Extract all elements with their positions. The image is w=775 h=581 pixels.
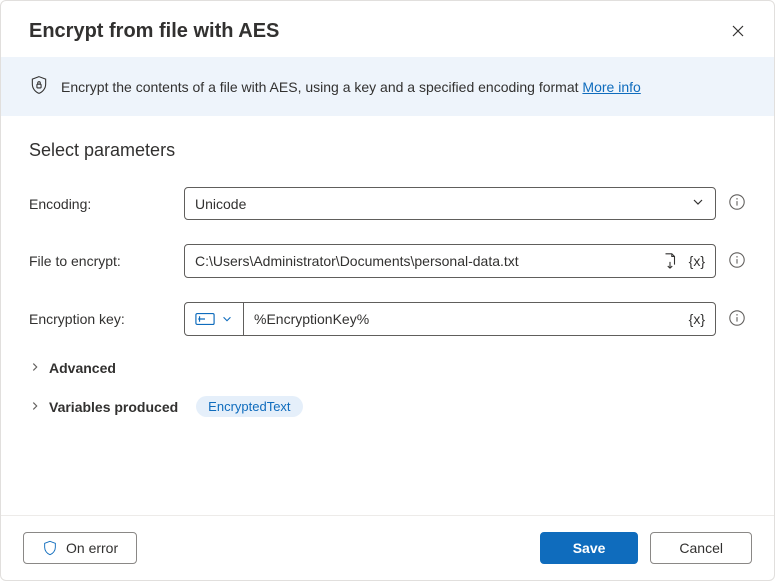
- dialog-content: Select parameters Encoding: Unicode File…: [1, 116, 774, 515]
- file-label: File to encrypt:: [29, 253, 184, 269]
- text-type-icon: [195, 312, 215, 326]
- key-input[interactable]: [244, 303, 687, 335]
- advanced-label: Advanced: [49, 360, 116, 376]
- file-variable-button[interactable]: {x}: [687, 251, 707, 271]
- encoding-label: Encoding:: [29, 196, 184, 212]
- encoding-select[interactable]: Unicode: [184, 187, 716, 220]
- key-label: Encryption key:: [29, 311, 184, 327]
- encoding-info-icon[interactable]: [728, 193, 746, 214]
- param-row-file: File to encrypt: {x}: [29, 244, 746, 278]
- close-icon: [730, 23, 746, 39]
- file-picker-icon: [661, 252, 679, 270]
- file-info-icon[interactable]: [728, 251, 746, 272]
- dialog-footer: On error Save Cancel: [1, 515, 774, 580]
- chevron-down-icon: [691, 195, 705, 212]
- key-type-picker[interactable]: [185, 303, 244, 335]
- banner-text: Encrypt the contents of a file with AES,…: [61, 79, 641, 95]
- chevron-down-icon: [221, 313, 233, 325]
- cancel-button[interactable]: Cancel: [650, 532, 752, 564]
- file-picker-button[interactable]: [659, 250, 681, 272]
- param-row-encoding: Encoding: Unicode: [29, 187, 746, 220]
- encoding-value: Unicode: [195, 196, 246, 212]
- variable-icon: {x}: [689, 311, 705, 327]
- close-button[interactable]: [726, 19, 750, 43]
- key-info-icon[interactable]: [728, 309, 746, 330]
- chevron-right-icon: [29, 399, 41, 415]
- chevron-right-icon: [29, 360, 41, 376]
- section-title: Select parameters: [29, 140, 746, 161]
- file-input-wrapper: {x}: [184, 244, 716, 278]
- advanced-toggle[interactable]: Advanced: [29, 360, 746, 376]
- shield-icon: [42, 540, 58, 556]
- file-input[interactable]: [185, 245, 659, 277]
- variable-icon: {x}: [689, 253, 705, 269]
- on-error-label: On error: [66, 540, 118, 556]
- variables-produced-toggle[interactable]: Variables produced EncryptedText: [29, 396, 746, 417]
- key-input-wrapper: {x}: [184, 302, 716, 336]
- save-button[interactable]: Save: [540, 532, 639, 564]
- param-row-key: Encryption key: {x}: [29, 302, 746, 336]
- dialog-title: Encrypt from file with AES: [29, 20, 279, 43]
- shield-lock-icon: [29, 75, 49, 98]
- info-banner: Encrypt the contents of a file with AES,…: [1, 57, 774, 116]
- variable-chip[interactable]: EncryptedText: [196, 396, 302, 417]
- variables-produced-label: Variables produced: [49, 399, 178, 415]
- banner-message: Encrypt the contents of a file with AES,…: [61, 79, 582, 95]
- key-variable-button[interactable]: {x}: [687, 309, 707, 329]
- more-info-link[interactable]: More info: [582, 79, 640, 95]
- on-error-button[interactable]: On error: [23, 532, 137, 564]
- dialog-header: Encrypt from file with AES: [1, 1, 774, 57]
